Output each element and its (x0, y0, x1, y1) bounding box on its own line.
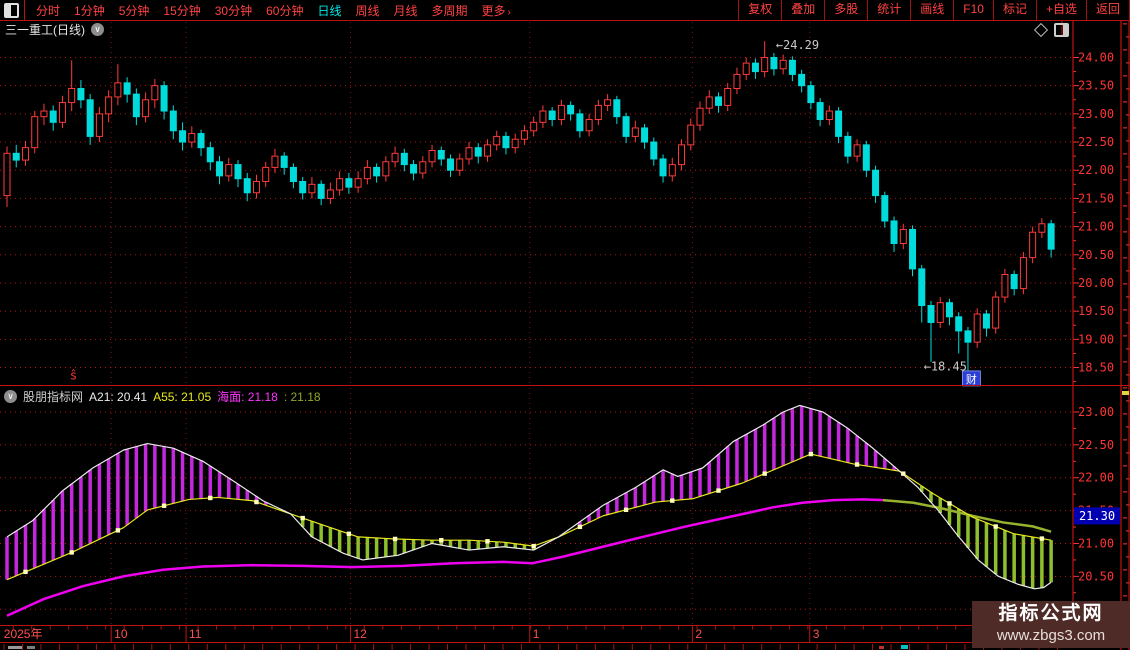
mini-scrollbar-strip[interactable] (1121, 20, 1130, 650)
menu-left: 分时 1分钟 5分钟 15分钟 30分钟 60分钟 日线 周线 月线 多周期 更多 › (29, 0, 518, 20)
svg-text:11: 11 (189, 627, 202, 641)
chevron-down-icon[interactable]: ∨ (91, 23, 104, 36)
axis-highlight-box: 21.30 (1074, 507, 1120, 525)
indicator-a55-value: A55: 21.05 (153, 389, 212, 404)
svg-text:23.00: 23.00 (1078, 405, 1114, 419)
grid-layer (0, 56, 1073, 610)
svg-text:23.50: 23.50 (1078, 79, 1114, 93)
menu-item-返回[interactable]: 返回 (1085, 0, 1130, 20)
watermark-title: 指标公式网 (998, 603, 1104, 624)
diamond-icon[interactable] (1033, 22, 1049, 38)
indicator-name[interactable]: 股朋指标网 (23, 388, 83, 405)
menu-item-日线[interactable]: 日线 (310, 2, 348, 19)
svg-text:21.50: 21.50 (1078, 191, 1114, 205)
menu-bar: 分时 1分钟 5分钟 15分钟 30分钟 60分钟 日线 周线 月线 多周期 更多 › 复权 叠加 多股统… (0, 0, 1130, 21)
svg-text:20.50: 20.50 (1078, 248, 1114, 262)
svg-text:财: 财 (966, 372, 977, 386)
svg-text:20.00: 20.00 (1078, 276, 1114, 290)
chevron-down-icon[interactable]: ∨ (4, 390, 17, 403)
menu-item-+自选[interactable]: +自选 (1035, 0, 1086, 20)
menu-item-复权[interactable]: 复权 (738, 0, 781, 20)
menu-item-多周期[interactable]: 多周期 (425, 2, 475, 19)
svg-text:19.00: 19.00 (1078, 332, 1114, 346)
svg-text:22.50: 22.50 (1078, 135, 1114, 149)
svg-text:22.00: 22.00 (1078, 163, 1114, 177)
menu-item-月线[interactable]: 月线 (387, 2, 425, 19)
svg-text:24.00: 24.00 (1078, 50, 1114, 64)
menu-right: 复权 叠加 多股 统计 画线 F10 标记 +自选 返回 (738, 0, 1130, 20)
menu-item-15分钟[interactable]: 15分钟 (156, 2, 207, 19)
svg-text:18.50: 18.50 (1078, 361, 1114, 375)
svg-text:12: 12 (354, 627, 368, 641)
menu-item-标记[interactable]: 标记 (992, 0, 1036, 20)
menu-item-统计[interactable]: 统计 (867, 0, 910, 20)
page-title: 三一重工(日线) (5, 23, 85, 37)
menu-divider (24, 0, 25, 20)
svg-text:20.50: 20.50 (1078, 569, 1114, 583)
menu-item-60分钟[interactable]: 60分钟 (259, 2, 310, 19)
svg-text:←18.45: ←18.45 (924, 359, 967, 373)
menu-item-叠加[interactable]: 叠加 (781, 0, 824, 20)
svg-text:21.00: 21.00 (1078, 536, 1114, 550)
title-row-icons (1033, 22, 1069, 38)
svg-text:2: 2 (695, 627, 702, 641)
watermark-url: www.zbgs3.com (996, 627, 1106, 644)
menu-item-分时[interactable]: 分时 (29, 2, 67, 19)
chart-title-row: 三一重工(日线) ∨ (5, 21, 104, 38)
svg-text:19.50: 19.50 (1078, 304, 1114, 318)
window-layout-icon[interactable] (4, 2, 19, 18)
svg-text:23.00: 23.00 (1078, 107, 1114, 121)
menu-item-周线[interactable]: 周线 (348, 2, 386, 19)
indicator-sea-value: 海面: 21.18 (217, 390, 278, 404)
candles-layer (3, 41, 1055, 371)
svg-text:21.00: 21.00 (1078, 220, 1114, 234)
svg-text:22.00: 22.00 (1078, 471, 1114, 485)
svg-text:ŝ: ŝ (70, 368, 77, 382)
band-hatch-layer (5, 405, 1053, 589)
menu-item-30分钟[interactable]: 30分钟 (208, 2, 259, 19)
menu-item-画线[interactable]: 画线 (910, 0, 953, 20)
svg-text:22.50: 22.50 (1078, 438, 1114, 452)
indicator-header: ∨ 股朋指标网 A21: 20.41 A55: 21.05 海面: 21.18 … (4, 388, 321, 405)
axis-labels: 24.00 23.50 23.00 22.50 22.00 21.50 21.00 20.50… (1073, 50, 1114, 616)
month-axis: 2025年 10 11 12 1 2 3 (3, 22, 1068, 650)
indicator-lines-layer (6, 404, 1052, 617)
svg-text:21.30: 21.30 (1079, 509, 1115, 523)
svg-text:3: 3 (813, 627, 820, 641)
menu-item-更多[interactable]: 更多 › (475, 2, 518, 19)
svg-text:←24.29: ←24.29 (776, 38, 819, 52)
annotations-layer: ←24.29 ←18.45财 ŝ (70, 38, 981, 387)
svg-text:10: 10 (114, 627, 128, 641)
menu-item-5分钟[interactable]: 5分钟 (112, 2, 157, 19)
watermark-box: 指标公式网 www.zbgs3.com (972, 601, 1130, 648)
svg-text:1: 1 (533, 627, 540, 641)
indicator-a21-value: A21: 20.41 (89, 389, 148, 404)
split-panel-icon[interactable] (1054, 23, 1069, 37)
indicator-sea2-value: : 21.18 (283, 389, 321, 404)
menu-item-F10[interactable]: F10 (953, 0, 993, 20)
svg-text:2025年: 2025年 (4, 627, 43, 641)
trading-app-window: 分时 1分钟 5分钟 15分钟 30分钟 60分钟 日线 周线 月线 多周期 更多 › 复权 叠加 多股统… (0, 0, 1130, 650)
menu-item-1分钟[interactable]: 1分钟 (67, 2, 112, 19)
menu-item-多股[interactable]: 多股 (824, 0, 867, 20)
chart-canvas: 24.00 23.50 23.00 22.50 22.00 21.50 21.00 20.50… (0, 0, 1130, 650)
